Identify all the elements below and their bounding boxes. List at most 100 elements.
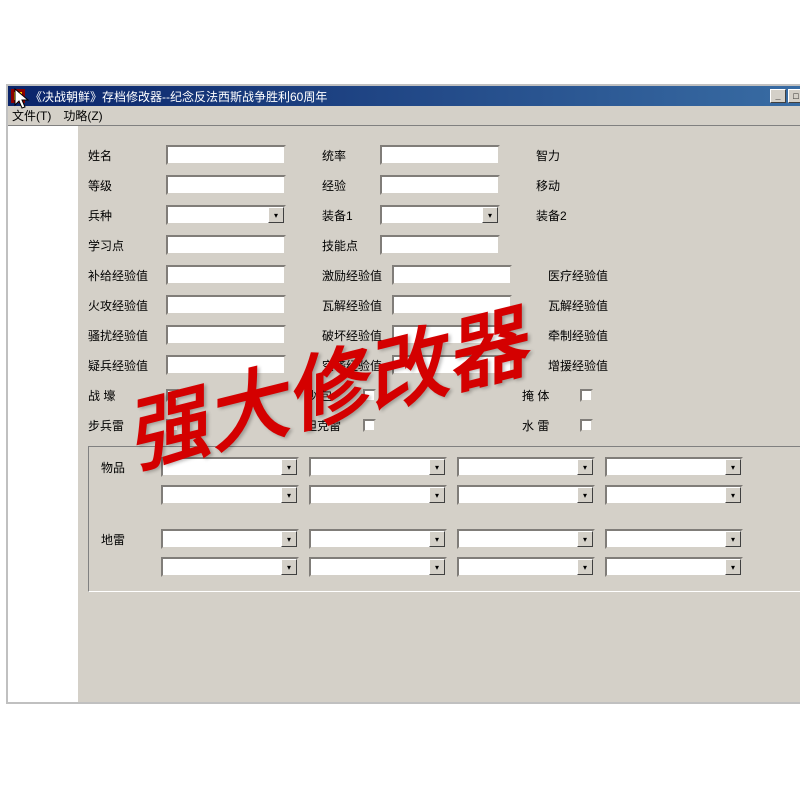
- input-destroy-exp[interactable]: [392, 325, 512, 345]
- label-name: 姓名: [88, 147, 158, 164]
- select-item-1[interactable]: [161, 457, 299, 477]
- input-supply-exp[interactable]: [166, 265, 286, 285]
- label-reinforce-exp: 增援经验值: [548, 357, 610, 374]
- select-item-4[interactable]: [605, 457, 743, 477]
- label-unit-type: 兵种: [88, 207, 158, 224]
- checkbox-bunker[interactable]: [580, 389, 593, 402]
- chevron-down-icon: [429, 459, 445, 475]
- menubar: 文件(T) 功略(Z): [8, 106, 800, 126]
- label-equip1: 装备1: [322, 207, 372, 224]
- label-collapse-exp: 瓦解经验值: [322, 297, 384, 314]
- label-intelligence: 智力: [536, 147, 586, 164]
- chevron-down-icon: [429, 559, 445, 575]
- label-study-points: 学习点: [88, 237, 158, 254]
- checkbox-tank-mine[interactable]: [363, 419, 376, 432]
- chevron-down-icon: [577, 531, 593, 547]
- label-supply-exp: 补给经验值: [88, 267, 158, 284]
- chevron-down-icon: [725, 559, 741, 575]
- main-window: 《决战朝鲜》存档修改器--纪念反法西斯战争胜利60周年 _ □ × 文件(T) …: [6, 84, 800, 704]
- checkbox-naval-mine[interactable]: [580, 419, 593, 432]
- label-level: 等级: [88, 177, 158, 194]
- input-morale-exp[interactable]: [392, 265, 512, 285]
- select-item-7[interactable]: [457, 485, 595, 505]
- checkbox-sandbag[interactable]: [363, 389, 376, 402]
- menu-function[interactable]: 功略(Z): [63, 107, 102, 124]
- select-landmine-5[interactable]: [161, 557, 299, 577]
- client-area: 姓名 统率 智力 等级 经验 移动 兵种: [8, 126, 800, 702]
- chevron-down-icon: [281, 531, 297, 547]
- label-restrain-exp: 牵制经验值: [548, 327, 610, 344]
- input-level[interactable]: [166, 175, 286, 195]
- label-leadership: 统率: [322, 147, 372, 164]
- label-experience: 经验: [322, 177, 372, 194]
- chevron-down-icon: [725, 531, 741, 547]
- label-trench: 战 壕: [88, 387, 158, 404]
- label-morale-exp: 激励经验值: [322, 267, 384, 284]
- chevron-down-icon: [577, 487, 593, 503]
- label-items: 物品: [101, 459, 151, 476]
- checkbox-inf-mine[interactable]: [166, 419, 179, 432]
- input-ambush-exp[interactable]: [166, 355, 286, 375]
- select-item-2[interactable]: [309, 457, 447, 477]
- form-area: 姓名 统率 智力 等级 经验 移动 兵种: [80, 126, 800, 702]
- select-landmine-3[interactable]: [457, 529, 595, 549]
- select-item-5[interactable]: [161, 485, 299, 505]
- select-landmine-7[interactable]: [457, 557, 595, 577]
- select-item-8[interactable]: [605, 485, 743, 505]
- select-item-3[interactable]: [457, 457, 595, 477]
- label-equip2: 装备2: [536, 207, 586, 224]
- input-study-points[interactable]: [166, 235, 286, 255]
- label-airdrop-exp: 空袭经验值: [322, 357, 384, 374]
- label-destroy-exp: 破坏经验值: [322, 327, 384, 344]
- input-name[interactable]: [166, 145, 286, 165]
- chevron-down-icon: [429, 487, 445, 503]
- chevron-down-icon: [429, 531, 445, 547]
- label-medical-exp: 医疗经验值: [548, 267, 610, 284]
- input-experience[interactable]: [380, 175, 500, 195]
- chevron-down-icon: [281, 559, 297, 575]
- maximize-button[interactable]: □: [788, 89, 800, 103]
- select-unit-type[interactable]: [166, 205, 286, 225]
- minimize-button[interactable]: _: [770, 89, 786, 103]
- input-harass-exp[interactable]: [166, 325, 286, 345]
- window-title: 《决战朝鲜》存档修改器--纪念反法西斯战争胜利60周年: [30, 88, 770, 105]
- chevron-down-icon: [482, 207, 498, 223]
- label-movement: 移动: [536, 177, 586, 194]
- label-bunker: 掩 体: [522, 387, 572, 404]
- label-naval-mine: 水 雷: [522, 417, 572, 434]
- input-airdrop-exp[interactable]: [392, 355, 512, 375]
- input-leadership[interactable]: [380, 145, 500, 165]
- label-ambush-exp: 疑兵经验值: [88, 357, 158, 374]
- titlebar: 《决战朝鲜》存档修改器--纪念反法西斯战争胜利60周年 _ □ ×: [8, 86, 800, 106]
- chevron-down-icon: [281, 487, 297, 503]
- label-inf-mine: 步兵雷: [88, 417, 158, 434]
- label-collapse2-exp: 瓦解经验值: [548, 297, 610, 314]
- chevron-down-icon: [577, 559, 593, 575]
- chevron-down-icon: [268, 207, 284, 223]
- window-controls: _ □ ×: [770, 89, 800, 103]
- select-equip1[interactable]: [380, 205, 500, 225]
- label-landmine: 地雷: [101, 531, 151, 548]
- checkbox-trench[interactable]: [166, 389, 179, 402]
- chevron-down-icon: [577, 459, 593, 475]
- label-skill-points: 技能点: [322, 237, 372, 254]
- select-landmine-6[interactable]: [309, 557, 447, 577]
- select-landmine-4[interactable]: [605, 529, 743, 549]
- select-landmine-1[interactable]: [161, 529, 299, 549]
- chevron-down-icon: [725, 487, 741, 503]
- app-icon: [10, 88, 26, 104]
- input-fire-exp[interactable]: [166, 295, 286, 315]
- chevron-down-icon: [725, 459, 741, 475]
- select-landmine-8[interactable]: [605, 557, 743, 577]
- select-landmine-2[interactable]: [309, 529, 447, 549]
- input-collapse-exp[interactable]: [392, 295, 512, 315]
- items-panel: 物品 地雷: [88, 446, 800, 592]
- sidebar-list[interactable]: [8, 126, 80, 702]
- label-sandbag: 沙 包: [305, 387, 355, 404]
- menu-file[interactable]: 文件(T): [12, 107, 51, 124]
- label-tank-mine: 坦克雷: [305, 417, 355, 434]
- chevron-down-icon: [281, 459, 297, 475]
- label-harass-exp: 骚扰经验值: [88, 327, 158, 344]
- input-skill-points[interactable]: [380, 235, 500, 255]
- select-item-6[interactable]: [309, 485, 447, 505]
